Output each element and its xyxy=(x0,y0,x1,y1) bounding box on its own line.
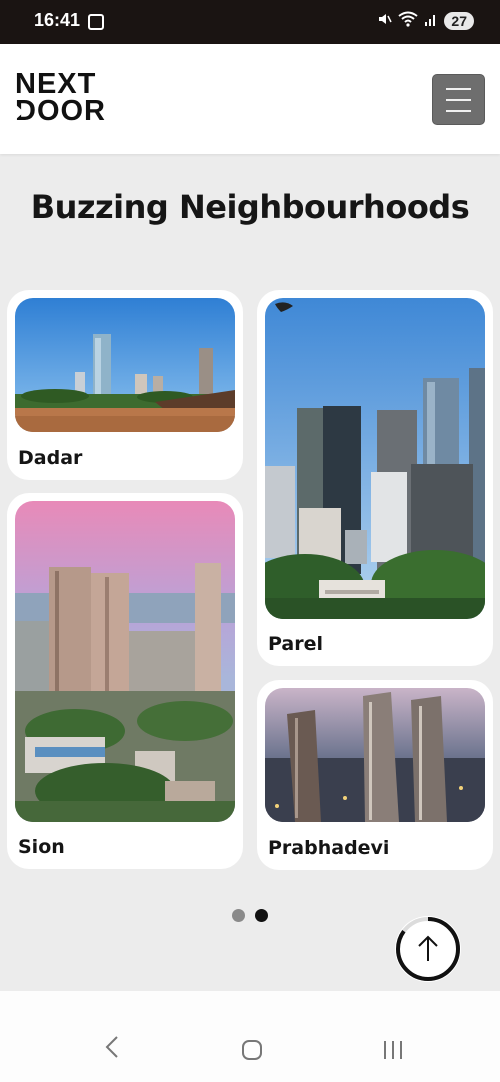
arrow-up-icon xyxy=(396,917,460,981)
system-nav-bar xyxy=(0,991,500,1082)
carousel-pager xyxy=(232,909,268,922)
logo-door-mark xyxy=(15,104,24,120)
wifi-icon xyxy=(398,11,419,31)
app-header: NEXT DOOR xyxy=(0,44,500,154)
parel-photo xyxy=(265,298,485,619)
recents-icon[interactable] xyxy=(382,1039,404,1065)
battery-badge: 27 xyxy=(444,12,474,30)
dadar-photo xyxy=(15,298,235,432)
brand-logo[interactable]: NEXT DOOR xyxy=(15,70,106,127)
card-label-parel: Parel xyxy=(268,633,324,655)
prabhadevi-photo xyxy=(265,688,485,822)
menu-button[interactable] xyxy=(432,74,485,125)
hamburger-icon xyxy=(446,87,471,90)
home-icon[interactable] xyxy=(241,1039,263,1065)
neighbourhood-card-sion[interactable]: Sion xyxy=(7,493,243,869)
card-label-sion: Sion xyxy=(18,836,65,858)
signal-icon xyxy=(424,11,438,31)
screenshot-icon xyxy=(88,14,104,30)
back-icon[interactable] xyxy=(104,1035,120,1063)
pager-dot-1[interactable] xyxy=(232,909,245,922)
logo-line2: DOOR xyxy=(15,95,106,127)
section-title: Buzzing Neighbourhoods xyxy=(30,188,470,226)
mute-icon xyxy=(376,11,393,31)
pager-dot-2[interactable] xyxy=(255,909,268,922)
scroll-to-top-button[interactable] xyxy=(395,916,461,982)
status-icons: 27 xyxy=(376,11,474,31)
card-label-prabhadevi: Prabhadevi xyxy=(268,837,390,859)
neighbourhood-card-prabhadevi[interactable]: Prabhadevi xyxy=(257,680,493,870)
card-label-dadar: Dadar xyxy=(18,447,83,469)
neighbourhood-card-parel[interactable]: Parel xyxy=(257,290,493,666)
status-time: 16:41 xyxy=(34,10,81,30)
status-bar: 16:41 27 xyxy=(0,0,500,44)
neighbourhood-card-dadar[interactable]: Dadar xyxy=(7,290,243,480)
sion-photo xyxy=(15,501,235,822)
